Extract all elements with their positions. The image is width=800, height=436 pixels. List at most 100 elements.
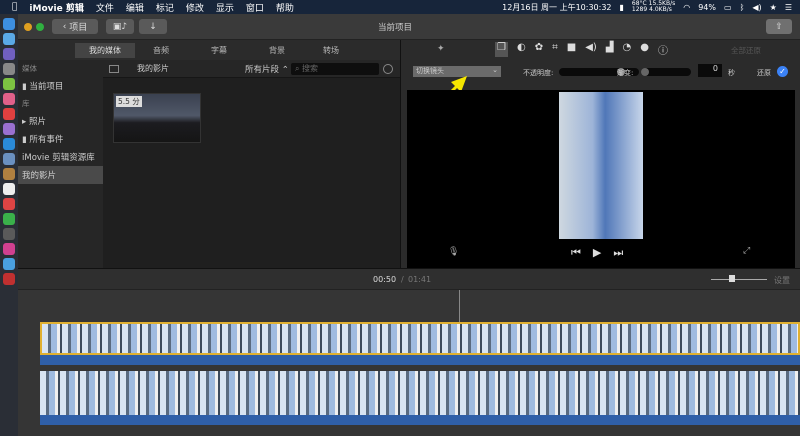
clip-filter-select[interactable]: 所有片段 ⌃ bbox=[245, 63, 289, 75]
battery-icon: ▭ bbox=[724, 2, 732, 12]
fullscreen-icon[interactable]: ⤢ bbox=[743, 246, 750, 256]
current-time: 00:50 bbox=[373, 275, 397, 284]
app-icon[interactable] bbox=[3, 153, 15, 165]
star-icon[interactable]: ★ bbox=[770, 3, 777, 12]
app-icon[interactable] bbox=[3, 243, 15, 255]
main-audio-waveform bbox=[40, 415, 800, 425]
timeline-header: 00:50 / 01:41 设置 bbox=[18, 268, 800, 290]
tab-my-media[interactable]: 我的媒体 bbox=[75, 42, 135, 58]
overlay-clip[interactable] bbox=[40, 322, 800, 355]
tab-titles[interactable]: 字幕 bbox=[197, 43, 241, 58]
window-toolbar: ‹ 项目 ▣♪ ↓ 当前项目 ⇧ bbox=[18, 14, 800, 40]
slider-knob[interactable] bbox=[641, 68, 649, 76]
color-balance-icon[interactable]: ◐ bbox=[517, 42, 526, 57]
main-clip[interactable] bbox=[40, 371, 800, 415]
menu-app[interactable]: iMovie 剪辑 bbox=[29, 1, 83, 14]
app-icon[interactable] bbox=[3, 108, 15, 120]
sidebar-item-my-movies[interactable]: 我的影片 bbox=[18, 166, 103, 184]
tab-audio[interactable]: 音频 bbox=[139, 43, 183, 58]
zoom-slider[interactable] bbox=[711, 275, 767, 282]
app-icon[interactable] bbox=[3, 138, 15, 150]
bluetooth-icon[interactable]: ᛒ bbox=[740, 3, 745, 12]
app-icon[interactable] bbox=[3, 273, 15, 285]
apply-checkmark-icon[interactable]: ✓ bbox=[777, 66, 788, 77]
import-icon[interactable]: ↓ bbox=[139, 19, 167, 34]
wifi-icon[interactable]: ◠ bbox=[683, 3, 690, 12]
menu-window[interactable]: 窗口 bbox=[246, 1, 264, 14]
reset-all-button[interactable]: 全部还原 bbox=[731, 45, 761, 56]
calendar-icon[interactable] bbox=[3, 183, 15, 195]
menu-modify[interactable]: 修改 bbox=[186, 1, 204, 14]
overlay-icon[interactable]: ❐ bbox=[495, 42, 508, 57]
speed-icon[interactable]: ◔ bbox=[622, 42, 631, 57]
menu-file[interactable]: 文件 bbox=[96, 1, 114, 14]
sidebar-header-library: 库 bbox=[22, 99, 30, 108]
slider-knob[interactable] bbox=[729, 275, 735, 282]
bookmark-icon[interactable]: ▮ bbox=[620, 3, 624, 12]
filter-icon[interactable]: ● bbox=[640, 42, 649, 57]
window-title: 当前项目 bbox=[378, 23, 413, 33]
info-icon[interactable]: ⓘ bbox=[658, 42, 668, 57]
sensor-readout: 68°C 15.5KB/s 1289 4.0KB/s bbox=[631, 0, 676, 13]
sidebar-toggle-icon[interactable] bbox=[109, 64, 119, 73]
app-icon[interactable] bbox=[3, 168, 15, 180]
app-icon[interactable] bbox=[3, 123, 15, 135]
volume-icon[interactable]: ◀) bbox=[752, 3, 761, 12]
skip-back-icon[interactable]: ⏮ bbox=[571, 246, 581, 260]
tab-backgrounds[interactable]: 背景 bbox=[255, 43, 299, 58]
fade-slider[interactable] bbox=[641, 68, 691, 76]
list-icon[interactable]: ☰ bbox=[785, 3, 792, 12]
menu-help[interactable]: 帮助 bbox=[276, 1, 294, 14]
menu-mark[interactable]: 标记 bbox=[156, 1, 174, 14]
menu-view[interactable]: 显示 bbox=[216, 1, 234, 14]
sidebar-item-all-events[interactable]: ▮ 所有事件 bbox=[18, 130, 103, 148]
color-palette-icon[interactable]: ✿ bbox=[535, 42, 543, 57]
app-icon[interactable] bbox=[3, 228, 15, 240]
clock[interactable]: 12月16日 周一 上午10:30:32 bbox=[502, 2, 611, 13]
browser-title: 我的影片 bbox=[137, 64, 169, 73]
clip-thumbnail[interactable]: 5.5 分 bbox=[113, 93, 201, 143]
sidebar-item-current-project[interactable]: ▮ 当前项目 bbox=[18, 77, 103, 95]
play-icon[interactable]: ▶ bbox=[593, 246, 601, 260]
settings-button[interactable]: 设置 bbox=[774, 275, 790, 286]
app-icon[interactable] bbox=[3, 213, 15, 225]
sidebar-item-library[interactable]: iMovie 剪辑资源库 bbox=[18, 148, 103, 166]
app-icon[interactable] bbox=[3, 33, 15, 45]
sidebar-item-photos[interactable]: ▸ 照片 bbox=[18, 112, 103, 130]
magic-wand-icon[interactable]: ✦ bbox=[437, 44, 445, 54]
app-icon[interactable] bbox=[3, 198, 15, 210]
reset-button[interactable]: 还原 bbox=[757, 68, 771, 78]
app-icon[interactable] bbox=[3, 63, 15, 75]
tab-transitions[interactable]: 转场 bbox=[309, 43, 353, 58]
skip-forward-icon[interactable]: ⏭ bbox=[613, 246, 623, 260]
finder-icon[interactable] bbox=[3, 18, 15, 30]
clock-filter-icon[interactable] bbox=[383, 64, 393, 74]
search-input[interactable]: ⌕ 搜索 bbox=[291, 63, 379, 75]
microphone-icon[interactable]: 🎙 bbox=[448, 247, 459, 257]
app-icon[interactable] bbox=[3, 48, 15, 60]
app-icon[interactable] bbox=[3, 258, 15, 270]
playhead[interactable] bbox=[459, 290, 460, 322]
app-icon[interactable] bbox=[3, 78, 15, 90]
media-browser: 我的影片 所有片段 ⌃ ⌕ 搜索 5.5 分 bbox=[103, 60, 400, 268]
app-icon[interactable] bbox=[3, 93, 15, 105]
menu-bar:  iMovie 剪辑 文件 编辑 标记 修改 显示 窗口 帮助 12月16日 … bbox=[0, 0, 800, 14]
stabilization-icon[interactable]: ■ bbox=[567, 42, 576, 57]
battery-percent[interactable]: 94% bbox=[698, 3, 716, 12]
noise-reduction-icon[interactable]: ▟ bbox=[606, 42, 614, 57]
zoom-button[interactable] bbox=[36, 23, 44, 31]
media-import-icon[interactable]: ▣♪ bbox=[106, 19, 134, 34]
sidebar-header-media: 媒体 bbox=[22, 64, 37, 73]
seconds-label: 秒 bbox=[728, 69, 735, 77]
viewer-panel: ✦ ❐ ◐ ✿ ⌗ ■ ◀) ▟ ◔ ● ⓘ 全部还原 切换镜头 ⌄ 不透明度: … bbox=[400, 40, 800, 280]
menu-edit[interactable]: 编辑 bbox=[126, 1, 144, 14]
apple-icon[interactable]:  bbox=[12, 2, 17, 12]
crop-icon[interactable]: ⌗ bbox=[552, 42, 558, 57]
fade-label: 渐变: bbox=[617, 69, 634, 77]
clip-duration: 5.5 分 bbox=[116, 96, 142, 107]
minimize-button[interactable] bbox=[24, 23, 32, 31]
share-icon[interactable]: ⇧ bbox=[766, 19, 792, 34]
fade-duration-input[interactable]: 0 bbox=[698, 64, 722, 77]
back-to-projects-button[interactable]: ‹ 项目 bbox=[52, 19, 98, 34]
volume-icon[interactable]: ◀) bbox=[585, 42, 597, 57]
